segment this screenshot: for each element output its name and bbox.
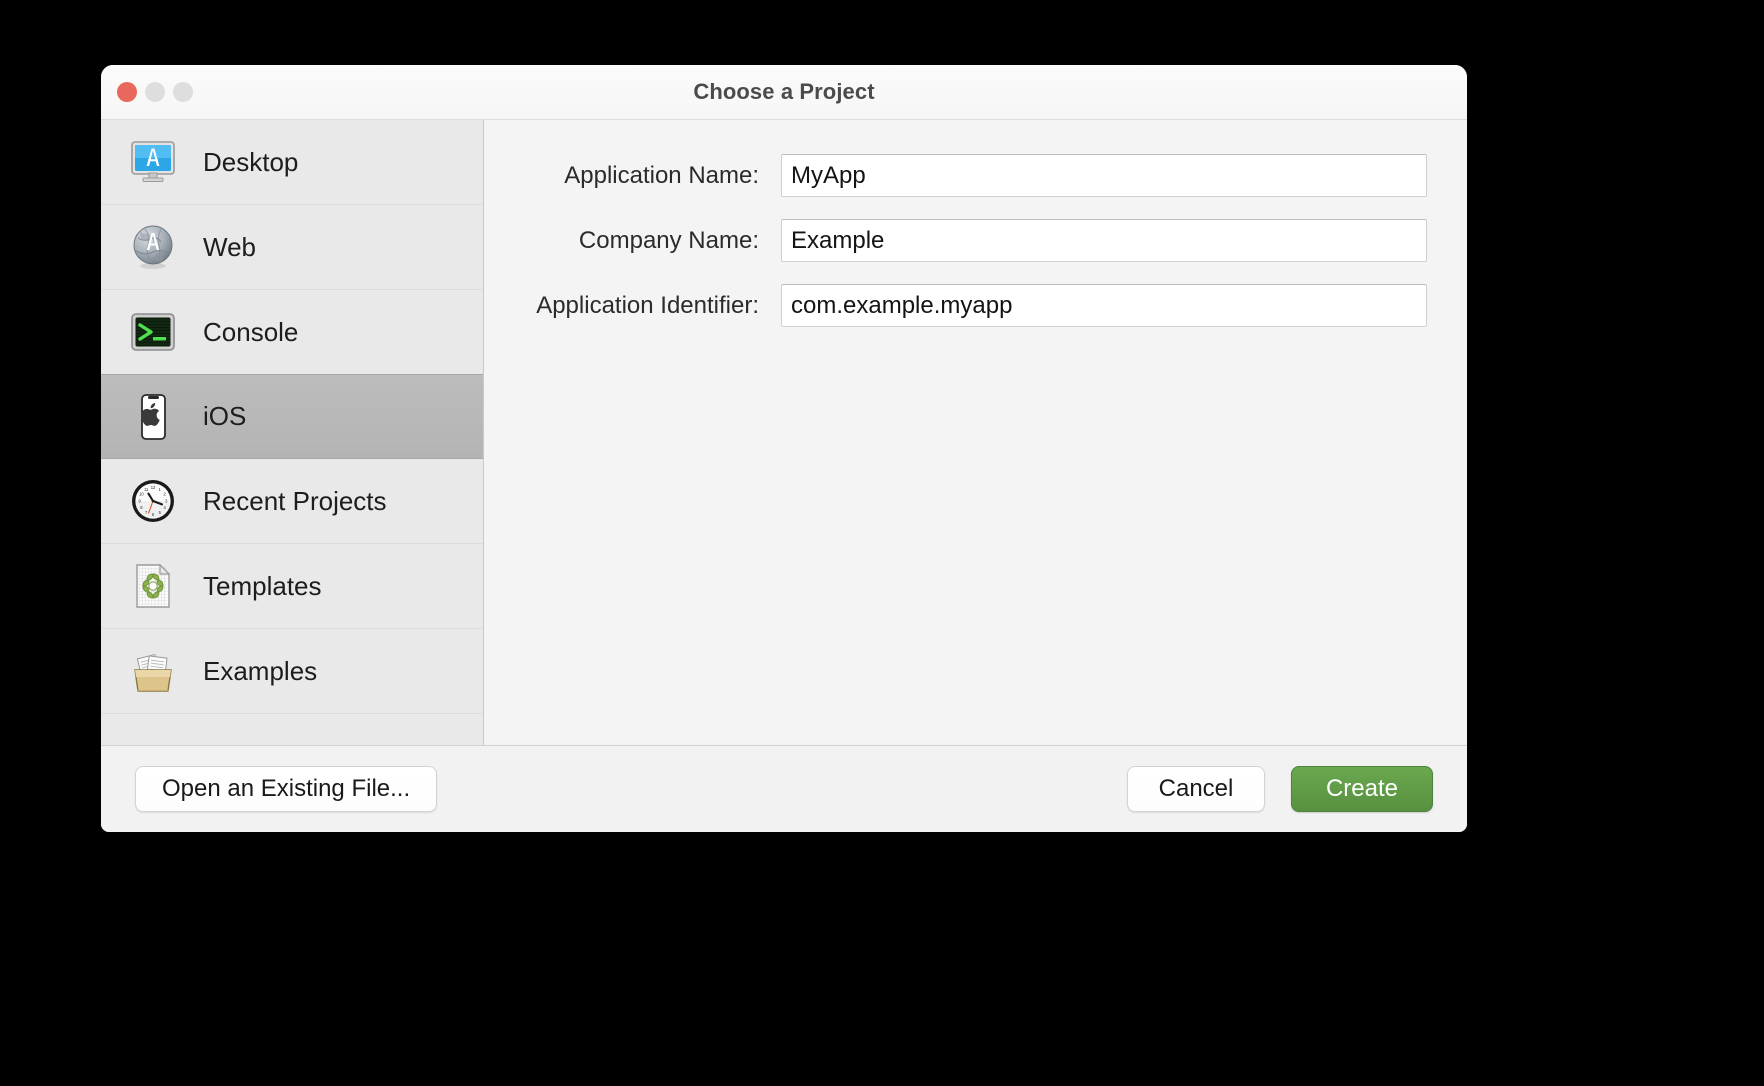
sidebar-item-label: Console	[203, 316, 299, 347]
sidebar-item-ios[interactable]: iOS	[101, 374, 483, 459]
sidebar-item-web[interactable]: Web	[101, 205, 483, 290]
application-name-label: Application Name:	[564, 161, 759, 189]
choose-a-project-window: Choose a Project Desktop Web Console iOS…	[101, 65, 1467, 832]
category-sidebar[interactable]: Desktop Web Console iOS 12 1 2 3 4 5 6 7…	[101, 120, 484, 745]
examples-folder-icon	[125, 643, 181, 699]
close-button-icon[interactable]	[117, 82, 137, 102]
form-row-company-name: Company Name:	[484, 219, 1467, 262]
cancel-button[interactable]: Cancel	[1127, 766, 1265, 812]
sidebar-item-examples[interactable]: Examples	[101, 629, 483, 714]
clock-icon: 12 1 2 3 4 5 6 7 8 9 10 11	[125, 473, 181, 529]
project-settings-pane: Application Name: Company Name: Applicat…	[484, 120, 1467, 745]
sidebar-item-label: Examples	[203, 655, 318, 686]
template-document-icon	[125, 558, 181, 614]
sidebar-item-label: iOS	[203, 401, 247, 431]
application-name-input[interactable]	[781, 154, 1427, 197]
dialog-footer: Open an Existing File... Cancel Create	[101, 746, 1467, 832]
svg-text:11: 11	[144, 487, 149, 492]
form-row-application-name: Application Name:	[484, 154, 1467, 197]
company-name-input[interactable]	[781, 219, 1427, 262]
sidebar-item-desktop[interactable]: Desktop	[101, 120, 483, 205]
ios-phone-icon	[125, 389, 181, 445]
traffic-light-group	[117, 82, 193, 102]
sidebar-item-label: Recent Projects	[203, 485, 387, 516]
page-title: Choose a Project	[693, 79, 875, 104]
form-row-application-identifier: Application Identifier:	[484, 284, 1467, 327]
sidebar-item-label: Desktop	[203, 146, 299, 177]
zoom-button-icon[interactable]	[173, 82, 193, 102]
application-identifier-label: Application Identifier:	[536, 291, 759, 319]
company-name-label: Company Name:	[578, 226, 759, 254]
console-terminal-icon	[125, 304, 181, 360]
application-identifier-input[interactable]	[781, 284, 1427, 327]
window-titlebar: Choose a Project	[101, 65, 1467, 120]
minimize-button-icon[interactable]	[145, 82, 165, 102]
create-button[interactable]: Create	[1291, 766, 1433, 812]
open-existing-file-button[interactable]: Open an Existing File...	[135, 766, 438, 812]
window-body: Desktop Web Console iOS 12 1 2 3 4 5 6 7…	[101, 120, 1467, 746]
sidebar-item-templates[interactable]: Templates	[101, 544, 483, 629]
sidebar-item-console[interactable]: Console	[101, 290, 483, 375]
sidebar-item-label: Web	[203, 231, 256, 262]
svg-text:10: 10	[139, 492, 144, 497]
web-globe-icon	[125, 219, 181, 275]
desktop-app-icon	[125, 134, 181, 190]
sidebar-item-recent-projects[interactable]: 12 1 2 3 4 5 6 7 8 9 10 11 Recent Projec…	[101, 459, 483, 544]
svg-text:12: 12	[151, 485, 156, 490]
sidebar-empty-space	[101, 714, 483, 745]
desktop-background: Choose a Project Desktop Web Console iOS…	[0, 0, 1764, 1086]
sidebar-item-label: Templates	[203, 570, 322, 601]
